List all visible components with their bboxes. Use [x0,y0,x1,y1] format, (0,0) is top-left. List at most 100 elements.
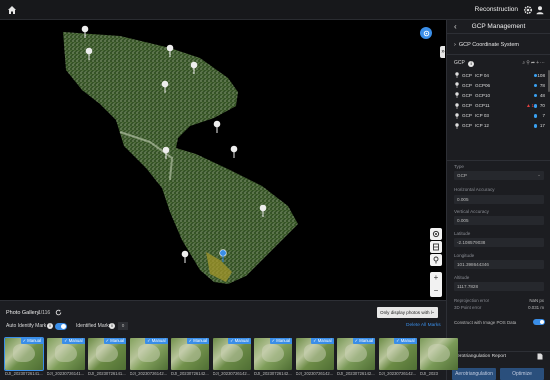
photo-thumbnail[interactable]: ✓ Manual DJI_20230726141... [4,337,44,378]
zoom-in-button[interactable]: + [434,274,439,282]
gcp-type: GCP [462,103,472,109]
photo-thumbnail[interactable]: ✓ Manual DJI_20230726141... [88,338,126,378]
manual-badge: ✓ Manual [186,338,209,344]
check-icon: ✓ [147,338,151,343]
photo-thumbnail[interactable]: ✓ Manual DJI_20230726142... [295,338,334,378]
point-cloud-viewport[interactable]: » + − [0,20,445,300]
latitude-input[interactable]: -2.108579038 [454,238,544,247]
photo-thumbnail[interactable]: ✓ Manual DJI_20230726142... [378,338,417,378]
gcp-photo-count: 70 [539,103,545,109]
photo-thumbnail[interactable]: DJI_2023 [420,338,458,378]
home-icon[interactable] [7,5,17,15]
coordinate-system-label: GCP Coordinate System [458,42,519,48]
check-icon: ✓ [396,338,400,343]
photo-filename: DJI_20230726142... [295,371,334,376]
altitude-input[interactable]: 1117.7828 [454,282,544,291]
gcp-status-dot [533,93,537,98]
manual-badge: ✓ Manual [269,338,292,344]
gcp-pin-icon[interactable] [85,47,93,60]
photo-thumbnail[interactable]: ✓ Manual DJI_20230726142... [212,338,251,378]
gcp-pin-icon[interactable] [81,25,89,38]
manual-badge: ✓ Manual [103,338,126,344]
gcp-name: GCP10 [475,92,491,98]
report-icon[interactable] [537,353,543,360]
construct-pos-toggle[interactable] [533,319,545,325]
gcp-row[interactable]: GCP ICP 03 7 [453,111,545,121]
gcp-pin-icon[interactable] [161,80,169,93]
photo-thumbnail[interactable]: ✓ Manual DJI_20230726142... [337,338,375,378]
gcp-row[interactable]: GCP GCP10 48 [453,90,545,100]
gcp-status-dot [533,114,537,118]
badge-label: Manual [110,338,124,343]
panel-title: GCP Management [471,23,526,30]
zoom-control: + − [430,272,442,297]
type-select[interactable]: GCP ⌄ [454,171,544,180]
photo-filename: DJI_2023 [420,371,438,376]
type-label: Type [454,164,464,169]
zoom-out-button[interactable]: − [434,286,439,295]
gcp-list-header: GCP i ⌕⚲➦+⋯ [454,60,546,67]
gcp-pin-icon[interactable] [190,61,198,74]
photo-gallery: Photo Gallery 1/116 Only display photos … [0,300,458,380]
info-icon[interactable]: i [468,61,475,67]
selected-gcp-pin-icon[interactable] [219,249,227,262]
longitude-label: Longitude [454,253,475,258]
panel-header: ‹ GCP Management [447,20,550,34]
photo-thumbnail[interactable]: ✓ Manual DJI_20230726142... [129,338,168,378]
collapse-panel-button[interactable]: » [440,46,445,58]
longitude-input[interactable]: 101.398644346 [454,260,544,269]
camera-view-button[interactable] [430,228,442,240]
photo-filename: DJI_20230726142... [254,371,292,376]
gcp-row[interactable]: GCP GCP11 ▲ 1 70 [453,101,545,111]
info-icon[interactable]: i [109,323,115,329]
check-icon: ✓ [354,338,359,343]
crosshair-icon [423,30,429,36]
auto-identify-toggle[interactable] [55,322,67,330]
vertical-accuracy-input[interactable]: 0.005 [454,216,544,225]
gcp-pin-icon[interactable] [162,146,170,159]
gcp-name: ICP 03 [475,113,489,119]
optimize-button[interactable]: Optimize [500,368,544,380]
photo-image [420,338,458,370]
gcp-pin-icon[interactable] [213,120,221,133]
construct-pos-label: Construct with Image POS Data [454,320,517,325]
layers-button[interactable] [430,241,442,253]
check-icon: ✓ [22,338,27,343]
gcp-pin-icon[interactable] [230,145,238,158]
manual-badge: ✓ Manual [311,338,334,344]
gear-icon[interactable] [523,5,533,15]
gcp-pin-icon [455,82,459,89]
gcp-pin-icon[interactable] [166,44,174,57]
gcp-row[interactable]: GCP ICP 04 108 [453,70,545,80]
info-icon[interactable]: i [47,323,53,329]
badge-label: Manual [400,338,415,343]
photo-filename: DJI_20230726141... [5,371,43,376]
gcp-row[interactable]: GCP GCP06 78 [453,80,545,90]
gcp-pin-icon[interactable] [181,250,189,263]
photo-thumbnail[interactable]: ✓ Manual DJI_20230726142... [254,338,292,378]
check-icon: ✓ [313,338,317,343]
photo-filter-select[interactable]: Only display photos with l ⌄ [377,307,438,318]
badge-label: Manual [359,338,373,343]
delete-all-marks-button[interactable]: Delete All Marks [406,323,441,328]
photo-filename: DJI_20230726142... [378,371,417,376]
gcp-pin-icon[interactable] [259,204,267,217]
horizontal-accuracy-input[interactable]: 0.005 [454,195,544,204]
coordinate-system-toggle[interactable]: › GCP Coordinate System [454,42,519,48]
gcp-row[interactable]: GCP ICP 12 17 [453,121,545,131]
home-view-button[interactable] [430,254,442,266]
chevron-right-icon: › [454,42,456,48]
more-icon[interactable]: ⋯ [540,60,546,66]
gcp-photo-count: 7 [542,113,545,119]
user-icon[interactable] [535,5,545,15]
layers-icon [433,243,439,251]
point-error-value: 0.031 m [528,305,544,310]
refresh-icon[interactable] [55,309,62,316]
identified-marks-count: 0 [118,322,128,330]
photo-thumbnail[interactable]: ✓ Manual DJI_20230726142... [171,338,209,378]
gcp-name: GCP11 [475,103,490,109]
photo-thumbnail[interactable]: ✓ Manual DJI_20230726141... [46,338,85,378]
photo-filename: DJI_20230726141... [46,371,85,376]
badge-label: Manual [276,338,290,343]
locate-camera-button[interactable] [420,27,432,39]
